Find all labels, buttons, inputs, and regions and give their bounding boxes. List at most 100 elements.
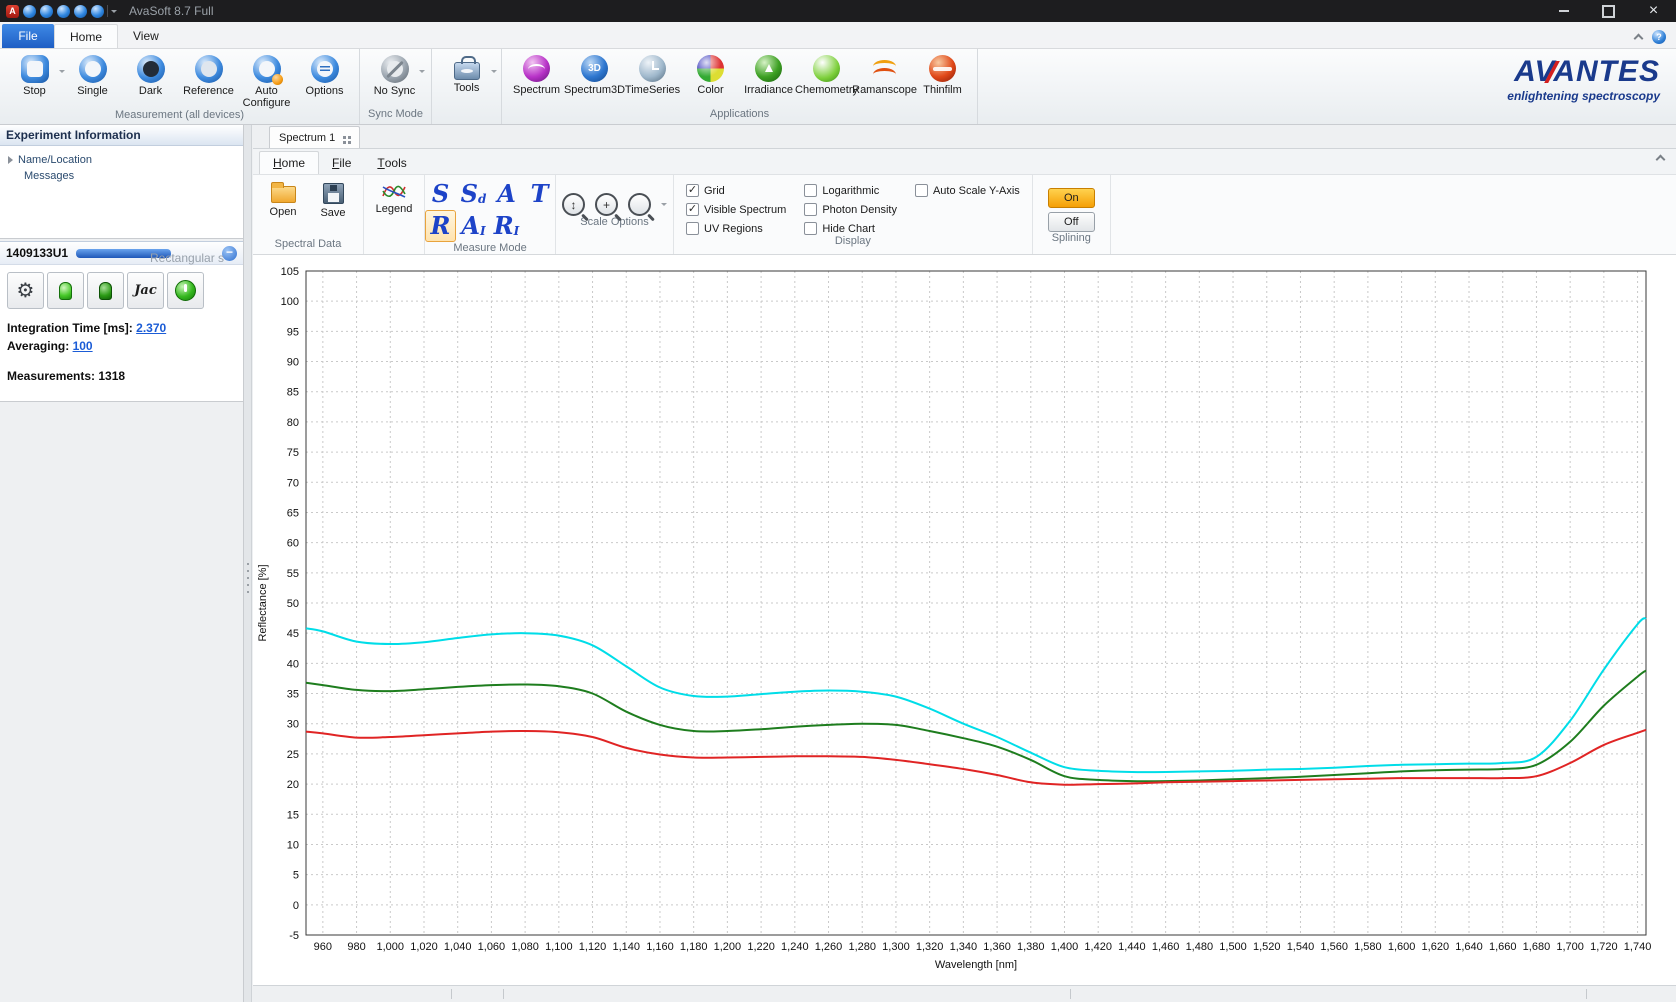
checkbox-label: Photon Density bbox=[822, 204, 897, 216]
timeseries-button[interactable]: TimeSeries bbox=[624, 53, 681, 96]
measure-mode-sd-button[interactable]: Sd bbox=[458, 178, 489, 210]
tab-options-icon[interactable] bbox=[343, 136, 346, 139]
save-button[interactable]: Save bbox=[313, 180, 353, 238]
zoom-box-icon[interactable] bbox=[628, 193, 651, 216]
checkbox-auto-scale-y-axis[interactable]: Auto Scale Y-Axis bbox=[915, 184, 1020, 197]
svg-text:1,100: 1,100 bbox=[545, 941, 573, 953]
splining-off-button[interactable]: Off bbox=[1048, 212, 1095, 232]
dropdown-caret-icon[interactable] bbox=[419, 70, 425, 76]
device-quick-icon-5[interactable] bbox=[91, 5, 104, 18]
tree-item-name-location[interactable]: Name/Location bbox=[8, 152, 235, 168]
group-spectral-data: OpenSave Spectral Data bbox=[253, 175, 364, 254]
maximize-button[interactable] bbox=[1586, 0, 1631, 22]
power-icon bbox=[175, 280, 196, 301]
chart-tab-tools[interactable]: Tools bbox=[364, 151, 419, 174]
averaging-label: Averaging: bbox=[7, 339, 69, 353]
jac-logo-icon-button[interactable]: Jac bbox=[127, 272, 164, 309]
close-button[interactable] bbox=[1631, 0, 1676, 22]
splitter-grip[interactable] bbox=[247, 563, 249, 565]
tree-item-messages[interactable]: Messages bbox=[8, 168, 235, 184]
measurement-group-label: Measurement (all devices) bbox=[0, 109, 359, 124]
minimize-button[interactable] bbox=[1541, 0, 1586, 22]
spectrum-button[interactable]: Spectrum bbox=[508, 53, 565, 96]
measure-mode-s-button[interactable]: S bbox=[425, 178, 456, 210]
checkbox-hide-chart[interactable]: Hide Chart bbox=[804, 222, 897, 235]
svg-text:1,240: 1,240 bbox=[781, 941, 809, 953]
svg-text:55: 55 bbox=[287, 568, 299, 580]
measure-mode-a-button[interactable]: A bbox=[491, 178, 522, 210]
device-collapse-button[interactable]: − bbox=[222, 246, 237, 261]
tab-file[interactable]: File bbox=[2, 24, 54, 48]
checkbox-grid[interactable]: ✓Grid bbox=[686, 184, 786, 197]
reference-button[interactable]: Reference bbox=[180, 53, 237, 97]
svg-text:15: 15 bbox=[287, 809, 299, 821]
status-separator bbox=[1070, 989, 1071, 999]
checkbox-uv-regions[interactable]: UV Regions bbox=[686, 222, 786, 235]
expander-icon[interactable] bbox=[8, 156, 13, 164]
open-button[interactable]: Open bbox=[263, 180, 303, 238]
stop-button[interactable]: Stop bbox=[6, 53, 63, 97]
sidebar-splitter[interactable] bbox=[244, 125, 252, 1002]
checkbox-visible-spectrum[interactable]: ✓Visible Spectrum bbox=[686, 203, 786, 216]
tools-button[interactable]: Tools bbox=[438, 53, 495, 94]
no-sync-button[interactable]: No Sync bbox=[366, 53, 423, 97]
settings-gear-icon-button[interactable]: ⚙ bbox=[7, 272, 44, 309]
group-scale-options: ↕+ Scale Options bbox=[556, 175, 674, 254]
thinfilm-button[interactable]: Thinfilm bbox=[914, 53, 971, 96]
color-button[interactable]: Color bbox=[682, 53, 739, 96]
color-label: Color bbox=[697, 84, 723, 96]
lamp-on-icon-button[interactable] bbox=[47, 272, 84, 309]
spectrum3d-button[interactable]: Spectrum3D bbox=[566, 53, 623, 96]
ramanscope-button[interactable]: Ramanscope bbox=[856, 53, 913, 96]
zoom-all-icon[interactable]: + bbox=[595, 193, 618, 216]
scale-options-dropdown-icon[interactable] bbox=[661, 203, 667, 209]
avantes-logo-icon[interactable] bbox=[6, 5, 19, 18]
device-quick-icon-1[interactable] bbox=[23, 5, 36, 18]
checkbox-photon-density[interactable]: Photon Density bbox=[804, 203, 897, 216]
irradiance-button[interactable]: Irradiance bbox=[740, 53, 797, 96]
tab-spectrum-1[interactable]: Spectrum 1 bbox=[269, 126, 360, 148]
device-quick-icon-2[interactable] bbox=[40, 5, 53, 18]
options-button[interactable]: Options bbox=[296, 53, 353, 97]
spectrum-chart[interactable]: -505101520253035404550556065707580859095… bbox=[253, 255, 1676, 985]
auto-configure-button[interactable]: Auto Configure bbox=[238, 53, 295, 109]
svg-text:50: 50 bbox=[287, 598, 299, 610]
avasoft-window: AvaSoft 8.7 Full File Home View StopSing… bbox=[0, 0, 1676, 1002]
lamp-dim-icon-button[interactable] bbox=[87, 272, 124, 309]
device-quick-icon-4[interactable] bbox=[74, 5, 87, 18]
chart-tab-home[interactable]: Home bbox=[259, 151, 319, 174]
status-separator bbox=[503, 989, 504, 999]
measure-mode-r-button[interactable]: R bbox=[425, 210, 456, 242]
document-tab-strip: Spectrum 1 bbox=[253, 125, 1676, 149]
zoom-vertical-icon[interactable]: ↕ bbox=[562, 193, 585, 216]
document-tab-label: Spectrum 1 bbox=[279, 132, 335, 144]
splining-on-button[interactable]: On bbox=[1048, 188, 1095, 208]
device-quick-icon-3[interactable] bbox=[57, 5, 70, 18]
collapse-chart-ribbon-icon[interactable] bbox=[1656, 155, 1666, 165]
measure-mode-t-button[interactable]: T bbox=[524, 178, 555, 210]
collapse-ribbon-icon[interactable] bbox=[1634, 34, 1644, 44]
measurements-value: 1318 bbox=[98, 369, 125, 383]
help-icon[interactable] bbox=[1652, 30, 1666, 44]
svg-text:45: 45 bbox=[287, 628, 299, 640]
tab-view[interactable]: View bbox=[118, 24, 174, 48]
checkbox-logarithmic[interactable]: Logarithmic bbox=[804, 184, 897, 197]
dark-button[interactable]: Dark bbox=[122, 53, 179, 97]
tools-icon bbox=[454, 62, 480, 80]
single-button[interactable]: Single bbox=[64, 53, 121, 97]
measure-mode-ri-button[interactable]: RI bbox=[491, 210, 522, 242]
measure-mode-ai-button[interactable]: AI bbox=[458, 210, 489, 242]
qat-dropdown-icon[interactable] bbox=[111, 10, 117, 16]
tab-home[interactable]: Home bbox=[54, 24, 118, 48]
dark-icon bbox=[137, 55, 165, 83]
checkbox-box bbox=[804, 203, 817, 216]
averaging-value[interactable]: 100 bbox=[73, 339, 93, 353]
spectrum3d-label: Spectrum3D bbox=[564, 84, 625, 96]
dropdown-caret-icon[interactable] bbox=[491, 70, 497, 76]
power-icon-button[interactable] bbox=[167, 272, 204, 309]
integration-time-value[interactable]: 2.370 bbox=[136, 321, 166, 335]
legend-button[interactable]: Legend bbox=[374, 183, 414, 238]
chemometry-button[interactable]: Chemometry bbox=[798, 53, 855, 96]
chart-tab-file[interactable]: File bbox=[319, 151, 364, 174]
svg-text:35: 35 bbox=[287, 689, 299, 701]
